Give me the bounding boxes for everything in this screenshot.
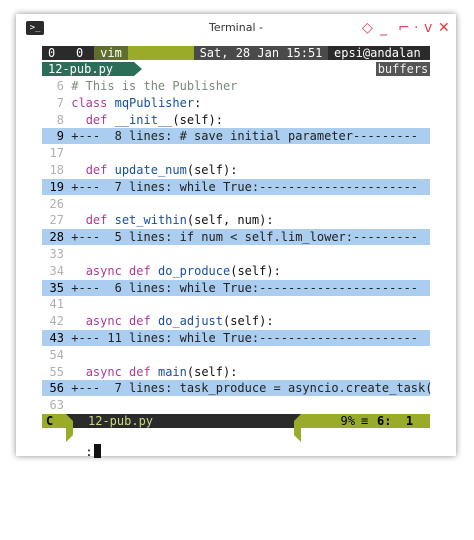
line-number: 7	[56, 95, 64, 110]
line-text: +--- 8 lines: # save initial parameter--…	[71, 129, 419, 144]
code-line[interactable]: 55 async def main(self):	[42, 364, 430, 380]
line-text: # This is the Publisher	[71, 79, 238, 93]
code-line[interactable]: 27 def set_within(self, num):	[42, 212, 430, 228]
sticky-icon[interactable]: ◇	[362, 20, 373, 36]
line-text: +--- 11 lines: while True:--------------…	[71, 331, 419, 345]
window-title: Terminal -	[209, 21, 263, 34]
buffer-arrow-icon	[134, 62, 142, 76]
tabline-filler	[128, 46, 194, 60]
line-number: 18	[49, 163, 64, 177]
shade-dot-icon[interactable]: ·	[414, 20, 418, 36]
line-number: 54	[49, 347, 64, 362]
status-separator-icon: ≡	[361, 414, 371, 428]
buffers-label: buffers	[376, 62, 430, 76]
line-text: def __init__(self):	[85, 112, 223, 127]
line-number: 63	[49, 398, 64, 413]
code-line[interactable]: 54	[42, 347, 430, 363]
line-number: 43	[49, 331, 64, 345]
line-number: 6	[56, 79, 64, 93]
line-text: async def do_adjust(self):	[85, 314, 274, 329]
buffer-tab-current[interactable]: 12-pub.py	[42, 62, 134, 76]
tabline-date: Sat, 28 Jan 15:51	[194, 46, 328, 60]
terminal-area[interactable]: 0 0 vim Sat, 28 Jan 15:51 epsi@andalan 1…	[42, 44, 433, 459]
terminal-window: >_ Terminal - ◇ _ ⌐ · v ✕ 0 0 vim Sat, 2…	[16, 14, 456, 459]
title-bar: >_ Terminal - ◇ _ ⌐ · v ✕	[16, 14, 456, 44]
line-text: class mqPublisher:	[71, 95, 202, 110]
vim-tabline: 0 0 vim Sat, 28 Jan 15:51 epsi@andalan	[42, 46, 430, 60]
fold-line[interactable]: 35 +--- 6 lines: while True:------------…	[42, 279, 430, 296]
code-line[interactable]: 41	[42, 296, 430, 312]
maximize-button[interactable]: ⌐	[398, 20, 410, 36]
code-line[interactable]: 34 async def do_produce(self):	[42, 263, 430, 279]
tabline-mode: vim	[94, 46, 128, 60]
line-number: 17	[49, 146, 64, 161]
close-button[interactable]: ✕	[438, 20, 450, 36]
status-percent: 9%	[301, 414, 361, 428]
line-text: +--- 6 lines: while True:---------------…	[71, 280, 419, 295]
line-number: 41	[49, 297, 64, 312]
fold-line[interactable]: 28 +--- 5 lines: if num < self.lim_lower…	[42, 229, 430, 246]
text-cursor	[93, 444, 101, 458]
status-file: 12-pub.py	[88, 414, 154, 428]
line-number: 42	[49, 314, 64, 329]
line-number: 33	[49, 247, 64, 261]
line-text: +--- 7 lines: while True:---------------…	[71, 179, 419, 194]
line-text: def update_num(self):	[85, 163, 238, 177]
line-text: async def main(self):	[85, 364, 238, 379]
line-number: 9	[56, 129, 64, 144]
line-number: 56	[49, 381, 64, 396]
code-line[interactable]: 7 class mqPublisher:	[42, 95, 430, 111]
command-line[interactable]: :	[42, 428, 430, 459]
code-line[interactable]: 33	[42, 246, 430, 262]
fold-line[interactable]: 43 +--- 11 lines: while True:-----------…	[42, 330, 430, 346]
line-number: 19	[49, 179, 64, 194]
buffer-line: 12-pub.py buffers	[42, 62, 430, 76]
line-text: def set_within(self, num):	[85, 213, 274, 228]
code-line[interactable]: 42 async def do_adjust(self):	[42, 313, 430, 329]
line-text: async def do_produce(self):	[85, 263, 281, 278]
line-number: 28	[49, 230, 64, 245]
line-text: +--- 5 lines: if num < self.lim_lower:--…	[71, 230, 419, 245]
status-mode: C	[42, 414, 66, 428]
line-number: 55	[49, 364, 64, 379]
tab-number-1: 0	[48, 46, 56, 60]
minimize-button[interactable]: _	[380, 20, 387, 36]
code-line[interactable]: 6 # This is the Publisher	[42, 78, 430, 94]
line-text: +--- 7 lines: task_produce = asyncio.cre…	[71, 381, 433, 396]
line-number: 35	[49, 280, 64, 295]
code-line[interactable]: 8 def __init__(self):	[42, 112, 430, 128]
code-line[interactable]: 18 def update_num(self):	[42, 162, 430, 178]
line-number: 26	[49, 196, 64, 211]
menu-chevron-icon[interactable]: v	[424, 20, 432, 36]
code-line[interactable]: 17	[42, 145, 430, 161]
status-position: 6: 1	[371, 414, 430, 428]
fold-line[interactable]: 19 +--- 7 lines: while True:------------…	[42, 178, 430, 195]
fold-line[interactable]: 56 +--- 7 lines: task_produce = asyncio.…	[42, 380, 433, 397]
code-line[interactable]: 26	[42, 196, 430, 212]
code-line[interactable]: 63	[42, 397, 430, 413]
tabline-host: epsi@andalan	[334, 46, 430, 60]
vim-statusline: C 12-pub.py 9% ≡ 6: 1	[42, 414, 430, 442]
command-text: :	[85, 445, 93, 459]
tab-number-2: 0	[76, 46, 84, 60]
line-number: 34	[49, 263, 64, 278]
fold-line[interactable]: 9 +--- 8 lines: # save initial parameter…	[42, 128, 430, 145]
line-number: 27	[49, 213, 64, 228]
line-number: 8	[56, 112, 64, 127]
